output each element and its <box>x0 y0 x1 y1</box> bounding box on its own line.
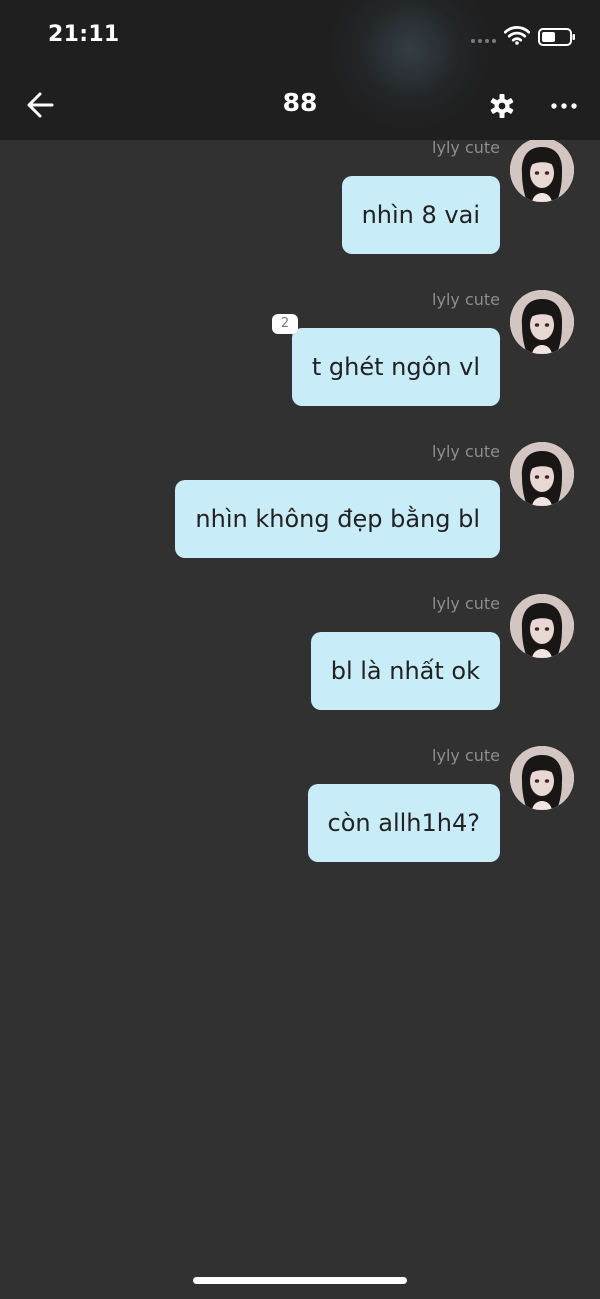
message-bubble[interactable]: t ghét ngôn vl <box>291 328 500 406</box>
top-bar: 21:11 88 <box>0 0 600 140</box>
avatar-image <box>510 594 574 658</box>
avatar[interactable] <box>510 138 574 202</box>
avatar-image <box>510 442 574 506</box>
chat-messages-area[interactable]: lyly cute nhìn 8 vai lyly cute t ghét ng… <box>0 0 600 1299</box>
avatar[interactable] <box>510 746 574 810</box>
message-group: lyly cute còn allh1h4? <box>0 746 600 886</box>
back-arrow-icon[interactable] <box>22 86 60 124</box>
signal-icon <box>471 39 496 43</box>
sender-name: lyly cute <box>432 138 500 157</box>
avatar[interactable] <box>510 290 574 354</box>
avatar[interactable] <box>510 594 574 658</box>
status-time: 21:11 <box>48 22 120 47</box>
sender-name: lyly cute <box>432 746 500 765</box>
avatar-image <box>510 138 574 202</box>
avatar-image <box>510 746 574 810</box>
message-count-badge: 2 <box>272 314 298 334</box>
message-group: lyly cute nhìn 8 vai <box>0 138 600 278</box>
message-bubble[interactable]: bl là nhất ok <box>310 632 500 710</box>
battery-icon <box>538 28 575 46</box>
sender-name: lyly cute <box>432 442 500 461</box>
sender-name: lyly cute <box>432 594 500 613</box>
message-bubble[interactable]: nhìn không đẹp bằng bl <box>175 480 500 558</box>
message-bubble[interactable]: còn allh1h4? <box>307 784 500 862</box>
chat-title: 88 <box>282 88 318 117</box>
gear-icon[interactable] <box>488 92 516 120</box>
more-horizontal-icon[interactable] <box>550 96 578 116</box>
message-group: lyly cute nhìn không đẹp bằng bl <box>0 442 600 582</box>
avatar-image <box>510 290 574 354</box>
message-group: lyly cute t ghét ngôn vl <box>0 290 600 430</box>
home-indicator[interactable] <box>193 1277 407 1284</box>
wifi-icon <box>504 26 530 45</box>
sender-name: lyly cute <box>432 290 500 309</box>
message-bubble[interactable]: nhìn 8 vai <box>341 176 500 254</box>
header-glow <box>330 0 490 130</box>
message-group: lyly cute bl là nhất ok <box>0 594 600 734</box>
avatar[interactable] <box>510 442 574 506</box>
